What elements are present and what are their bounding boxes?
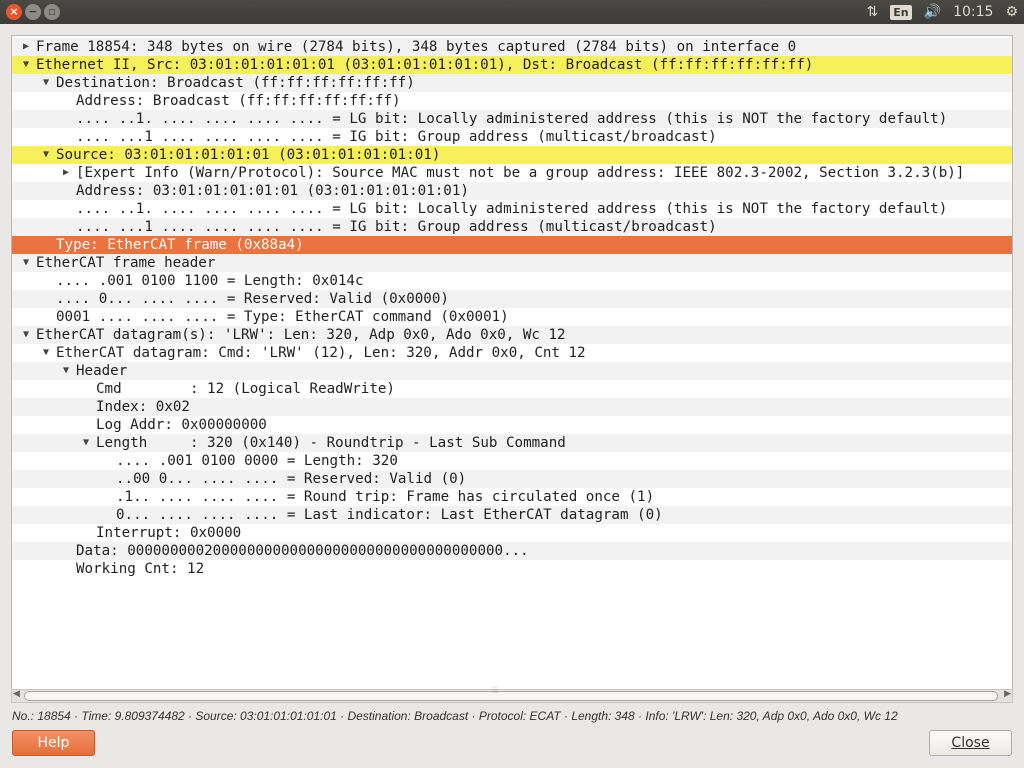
tree-row-text: Header xyxy=(76,363,128,379)
tree-row-text: EtherCAT datagram: Cmd: 'LRW' (12), Len:… xyxy=(56,345,586,361)
maximize-window-icon[interactable]: ▫ xyxy=(44,4,60,20)
tree-row-text: .... .001 0100 0000 = Length: 320 xyxy=(116,453,398,469)
tree-row-text: Log Addr: 0x00000000 xyxy=(96,417,267,433)
tree-row[interactable]: ▶ Frame 18854: 348 bytes on wire (2784 bi… xyxy=(12,38,1012,56)
collapsed-triangle-icon[interactable]: ▶ xyxy=(60,164,72,182)
tree-row-text: .... ..1. .... .... .... .... = LG bit: … xyxy=(76,201,948,217)
tree-row-text: Address: 03:01:01:01:01:01 (03:01:01:01:… xyxy=(76,183,469,199)
clock[interactable]: 10:15 xyxy=(953,4,993,20)
collapsed-triangle-icon[interactable]: ▶ xyxy=(20,38,32,56)
scrollbar-thumb[interactable] xyxy=(24,691,998,701)
tree-row-text: Address: Broadcast (ff:ff:ff:ff:ff:ff) xyxy=(76,93,401,109)
tree-row-text: EtherCAT frame header xyxy=(36,255,216,271)
tree-row[interactable]: .... ..1. .... .... .... .... = LG bit: … xyxy=(12,200,1012,218)
tree-row-text: Length : 320 (0x140) - Roundtrip - Last … xyxy=(96,435,566,451)
tree-row-text: Source: 03:01:01:01:01:01 (03:01:01:01:0… xyxy=(56,147,441,163)
tree-row-text: Index: 0x02 xyxy=(96,399,190,415)
tree-row-text: 0... .... .... .... = Last indicator: La… xyxy=(116,507,663,523)
tree-row[interactable]: .... .001 0100 0000 = Length: 320 xyxy=(12,452,1012,470)
expanded-triangle-icon[interactable]: ▼ xyxy=(60,362,72,380)
tree-row[interactable]: Address: 03:01:01:01:01:01 (03:01:01:01:… xyxy=(12,182,1012,200)
packet-summary-status: No.: 18854 · Time: 9.809374482 · Source:… xyxy=(12,709,898,723)
tree-row-text: Destination: Broadcast (ff:ff:ff:ff:ff:f… xyxy=(56,75,415,91)
tree-row[interactable]: ▼ Ethernet II, Src: 03:01:01:01:01:01 (03… xyxy=(12,56,1012,74)
network-icon[interactable]: ⇅ xyxy=(867,4,879,20)
scroll-right-icon[interactable]: ▶ xyxy=(1004,689,1011,699)
expanded-triangle-icon[interactable]: ▼ xyxy=(40,146,52,164)
tree-row-text: EtherCAT datagram(s): 'LRW': Len: 320, A… xyxy=(36,327,566,343)
expanded-triangle-icon[interactable]: ▼ xyxy=(40,344,52,362)
tree-row-text: ..00 0... .... .... = Reserved: Valid (0… xyxy=(116,471,467,487)
packet-details-tree[interactable]: ▶ Frame 18854: 348 bytes on wire (2784 bi… xyxy=(11,35,1013,690)
tree-row[interactable]: .... ..1. .... .... .... .... = LG bit: … xyxy=(12,110,1012,128)
tree-row-text: .... ..1. .... .... .... .... = LG bit: … xyxy=(76,111,948,127)
settings-gear-icon[interactable]: ⚙ xyxy=(1005,4,1018,20)
minimize-window-icon[interactable]: − xyxy=(25,4,41,20)
tree-row-text: [Expert Info (Warn/Protocol): Source MAC… xyxy=(76,165,965,181)
tree-row-text: .... .001 0100 1100 = Length: 0x014c xyxy=(56,273,364,289)
close-button[interactable]: Close xyxy=(929,730,1012,756)
horizontal-scrollbar[interactable]: ◀ ⦙⦙⦙ ▶ xyxy=(11,686,1013,703)
tree-row[interactable]: ▼ Source: 03:01:01:01:01:01 (03:01:01:01:… xyxy=(12,146,1012,164)
expanded-triangle-icon[interactable]: ▼ xyxy=(80,434,92,452)
tree-row[interactable]: Address: Broadcast (ff:ff:ff:ff:ff:ff) xyxy=(12,92,1012,110)
tree-row[interactable]: ▼ Destination: Broadcast (ff:ff:ff:ff:ff:… xyxy=(12,74,1012,92)
expanded-triangle-icon[interactable]: ▼ xyxy=(20,326,32,344)
tree-row[interactable]: ▼ EtherCAT datagram(s): 'LRW': Len: 320, … xyxy=(12,326,1012,344)
scrollbar-grip-icon: ⦙⦙⦙ xyxy=(492,686,499,696)
close-window-icon[interactable]: × xyxy=(6,4,22,20)
tree-row-text: 0001 .... .... .... = Type: EtherCAT com… xyxy=(56,309,509,325)
tree-row[interactable]: Index: 0x02 xyxy=(12,398,1012,416)
tree-row-text: .... ...1 .... .... .... .... = IG bit: … xyxy=(76,129,717,145)
tree-row[interactable]: 0001 .... .... .... = Type: EtherCAT com… xyxy=(12,308,1012,326)
tree-row[interactable]: .... ...1 .... .... .... .... = IG bit: … xyxy=(12,128,1012,146)
top-panel: × − ▫ ⇅ En 🔊 10:15 ⚙ xyxy=(0,0,1024,24)
tree-row[interactable]: Working Cnt: 12 xyxy=(12,560,1012,578)
tree-row[interactable]: .... ...1 .... .... .... .... = IG bit: … xyxy=(12,218,1012,236)
tree-row[interactable]: .1.. .... .... .... = Round trip: Frame … xyxy=(12,488,1012,506)
scroll-left-icon[interactable]: ◀ xyxy=(13,689,20,699)
tree-row[interactable]: Cmd : 12 (Logical ReadWrite) xyxy=(12,380,1012,398)
tree-row-text: Working Cnt: 12 xyxy=(76,561,205,577)
tree-row[interactable]: Type: EtherCAT frame (0x88a4) xyxy=(12,236,1012,254)
tree-row[interactable]: 0... .... .... .... = Last indicator: La… xyxy=(12,506,1012,524)
window-controls: × − ▫ xyxy=(6,4,60,20)
tree-row-text: Data: 0000000002000000000000000000000000… xyxy=(76,543,529,559)
tree-row[interactable]: ▼ EtherCAT datagram: Cmd: 'LRW' (12), Len… xyxy=(12,344,1012,362)
tree-row[interactable]: ▼ Header xyxy=(12,362,1012,380)
tree-row[interactable]: ▼ Length : 320 (0x140) - Roundtrip - Last… xyxy=(12,434,1012,452)
tree-row[interactable]: .... 0... .... .... = Reserved: Valid (0… xyxy=(12,290,1012,308)
system-tray: ⇅ En 🔊 10:15 ⚙ xyxy=(867,0,1018,24)
tree-row-text: Interrupt: 0x0000 xyxy=(96,525,242,541)
volume-icon[interactable]: 🔊 xyxy=(924,4,941,20)
expanded-triangle-icon[interactable]: ▼ xyxy=(20,254,32,272)
tree-row-text: .1.. .... .... .... = Round trip: Frame … xyxy=(116,489,655,505)
tree-row-text: Ethernet II, Src: 03:01:01:01:01:01 (03:… xyxy=(36,57,814,73)
keyboard-language-indicator[interactable]: En xyxy=(890,4,912,20)
expanded-triangle-icon[interactable]: ▼ xyxy=(40,74,52,92)
tree-row-text: Frame 18854: 348 bytes on wire (2784 bit… xyxy=(36,39,797,55)
help-button[interactable]: Help xyxy=(12,730,95,756)
tree-row[interactable]: ..00 0... .... .... = Reserved: Valid (0… xyxy=(12,470,1012,488)
tree-row-text: Cmd : 12 (Logical ReadWrite) xyxy=(96,381,395,397)
tree-row[interactable]: Interrupt: 0x0000 xyxy=(12,524,1012,542)
packet-tree-rows: ▶ Frame 18854: 348 bytes on wire (2784 bi… xyxy=(12,38,1012,578)
tree-row-text: .... 0... .... .... = Reserved: Valid (0… xyxy=(56,291,449,307)
expanded-triangle-icon[interactable]: ▼ xyxy=(20,56,32,74)
tree-row[interactable]: ▼ EtherCAT frame header xyxy=(12,254,1012,272)
tree-row[interactable]: ▶ [Expert Info (Warn/Protocol): Source MA… xyxy=(12,164,1012,182)
tree-row[interactable]: .... .001 0100 1100 = Length: 0x014c xyxy=(12,272,1012,290)
tree-row[interactable]: Data: 0000000002000000000000000000000000… xyxy=(12,542,1012,560)
tree-row[interactable]: Log Addr: 0x00000000 xyxy=(12,416,1012,434)
tree-row-text: Type: EtherCAT frame (0x88a4) xyxy=(56,237,304,253)
tree-row-text: .... ...1 .... .... .... .... = IG bit: … xyxy=(76,219,717,235)
